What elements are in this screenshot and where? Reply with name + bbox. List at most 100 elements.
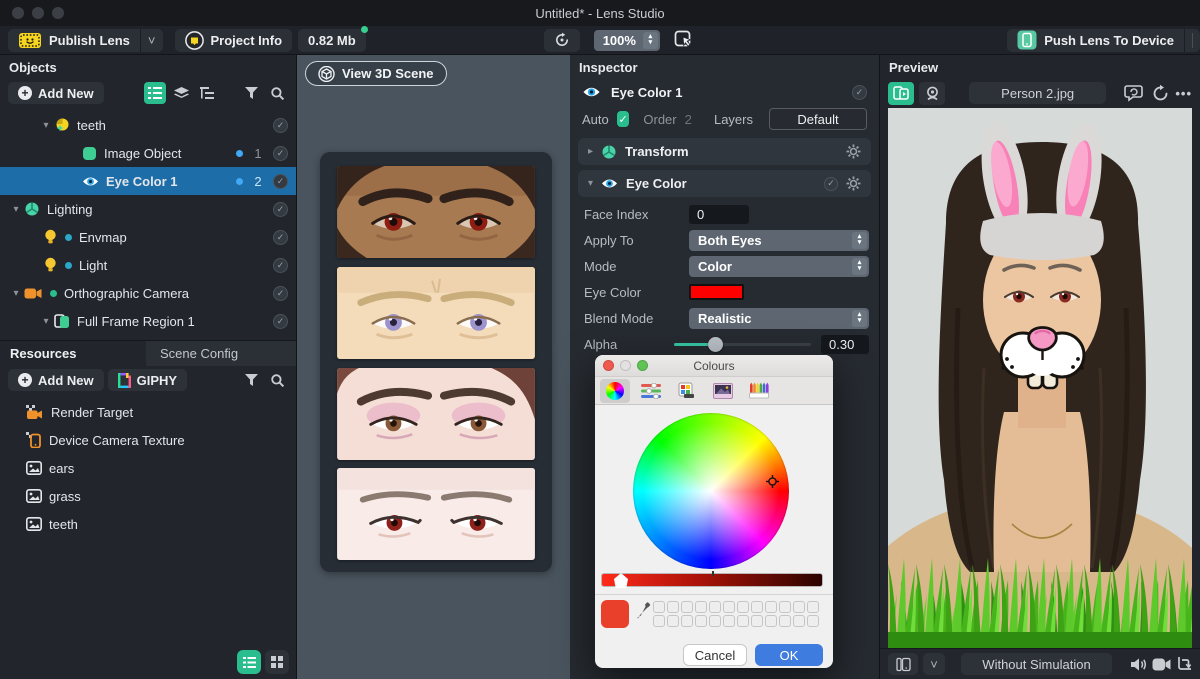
add-new-resource-button[interactable]: + Add New: [8, 369, 104, 391]
apply-to-select[interactable]: Both Eyes ▴▾: [689, 230, 869, 251]
audio-button[interactable]: [1130, 657, 1147, 672]
add-new-object-button[interactable]: + Add New: [8, 82, 104, 104]
expander-icon[interactable]: ▸: [588, 146, 593, 157]
visibility-checkbox[interactable]: ✓: [273, 146, 288, 161]
cancel-button[interactable]: Cancel: [683, 644, 747, 666]
resource-ears[interactable]: ears: [0, 454, 296, 482]
select-tool-button[interactable]: [674, 30, 694, 50]
tree-row-image-object[interactable]: Image Object 1 ✓: [0, 139, 296, 167]
list-view-button[interactable]: [144, 82, 166, 104]
device-frame-dropdown[interactable]: ˅: [923, 653, 945, 675]
zoom-select[interactable]: 100% ▴▾: [594, 30, 660, 51]
scene-viewport[interactable]: View 3D Scene: [297, 55, 570, 679]
hierarchy-view-button[interactable]: [196, 82, 218, 104]
alpha-slider[interactable]: [674, 337, 811, 351]
eye-color-swatch[interactable]: [689, 284, 744, 300]
slider-thumb[interactable]: [708, 337, 723, 352]
visibility-checkbox[interactable]: ✓: [273, 202, 288, 217]
minimize-dialog-icon[interactable]: [620, 360, 631, 371]
layers-select[interactable]: Default: [769, 108, 867, 130]
color-palettes-tab[interactable]: [672, 379, 702, 403]
color-wheel-tab[interactable]: [600, 379, 630, 403]
more-options-button[interactable]: •••: [1175, 86, 1192, 101]
giphy-button[interactable]: GIPHY: [108, 369, 187, 391]
zoom-dialog-icon[interactable]: [637, 360, 648, 371]
dialog-window-controls[interactable]: [603, 360, 648, 371]
resource-list-view-button[interactable]: [237, 650, 261, 674]
resource-teeth[interactable]: teeth: [0, 510, 296, 538]
project-size-badge[interactable]: 0.82 Mb: [298, 29, 366, 52]
expander-icon[interactable]: ▾: [8, 204, 24, 215]
zoom-window-icon[interactable]: [52, 7, 64, 19]
layers-view-button[interactable]: [170, 82, 192, 104]
search-objects-button[interactable]: [266, 82, 288, 104]
visibility-checkbox[interactable]: ✓: [273, 118, 288, 133]
tree-row-full-frame-region[interactable]: ▾ Full Frame Region 1 ✓: [0, 307, 296, 335]
reset-view-button[interactable]: [544, 29, 580, 52]
device-frame-button[interactable]: [888, 653, 918, 675]
view-3d-scene-button[interactable]: View 3D Scene: [305, 61, 447, 86]
resource-device-camera-texture[interactable]: Device Camera Texture: [0, 426, 296, 454]
color-wheel-cursor[interactable]: [766, 475, 779, 488]
push-lens-button[interactable]: Push Lens To Device: [1007, 29, 1184, 52]
simulation-select[interactable]: Without Simulation: [961, 653, 1112, 675]
visibility-checkbox[interactable]: ✓: [273, 230, 288, 245]
tab-resources[interactable]: Resources: [0, 341, 146, 366]
media-preview-button[interactable]: [888, 82, 914, 105]
minimize-window-icon[interactable]: [32, 7, 44, 19]
window-controls[interactable]: [12, 7, 64, 19]
tree-row-light[interactable]: Light ✓: [0, 251, 296, 279]
tree-row-envmap[interactable]: Envmap ✓: [0, 223, 296, 251]
resource-render-target[interactable]: Render Target: [0, 398, 296, 426]
visibility-checkbox[interactable]: ✓: [273, 286, 288, 301]
eye-color-section-bar[interactable]: ▾ Eye Color ✓: [578, 170, 871, 197]
push-lens-dropdown[interactable]: [1184, 29, 1200, 52]
record-button[interactable]: [1152, 658, 1171, 671]
zoom-stepper[interactable]: ▴▾: [643, 32, 658, 49]
filter-objects-button[interactable]: [240, 82, 262, 104]
current-color-swatch[interactable]: [601, 600, 629, 628]
face-index-input[interactable]: 0: [689, 205, 749, 224]
resource-grid-view-button[interactable]: [265, 650, 289, 674]
close-dialog-icon[interactable]: [603, 360, 614, 371]
brightness-thumb[interactable]: [614, 573, 628, 588]
visibility-checkbox[interactable]: ✓: [273, 314, 288, 329]
mode-select[interactable]: Color ▴▾: [689, 256, 869, 277]
tree-row-eye-color-1[interactable]: Eye Color 1 2 ✓: [0, 167, 296, 195]
eyedropper-icon[interactable]: [635, 602, 651, 626]
expander-icon[interactable]: ▾: [588, 178, 593, 189]
snap-comment-button[interactable]: [1124, 84, 1146, 102]
close-window-icon[interactable]: [12, 7, 24, 19]
expander-icon[interactable]: ▾: [38, 316, 54, 327]
pencils-tab[interactable]: [744, 379, 774, 403]
filter-resources-button[interactable]: [240, 369, 262, 391]
project-info-button[interactable]: Project Info: [175, 29, 293, 52]
gear-icon[interactable]: [846, 144, 861, 159]
brightness-slider[interactable]: [601, 573, 823, 587]
color-wheel[interactable]: [633, 413, 789, 569]
color-sliders-tab[interactable]: [636, 379, 666, 403]
expander-icon[interactable]: ▾: [8, 288, 24, 299]
screenshot-button[interactable]: [1176, 656, 1192, 672]
webcam-preview-button[interactable]: [919, 82, 945, 105]
alpha-input[interactable]: 0.30: [821, 335, 869, 354]
resource-grass[interactable]: grass: [0, 482, 296, 510]
tab-scene-config[interactable]: Scene Config: [146, 341, 296, 366]
component-enabled-checkbox[interactable]: ✓: [824, 177, 838, 191]
publish-lens-dropdown[interactable]: ˅: [140, 29, 163, 52]
tree-row-orthographic-camera[interactable]: ▾ Orthographic Camera ✓: [0, 279, 296, 307]
ok-button[interactable]: OK: [755, 644, 823, 666]
reset-preview-button[interactable]: [1151, 84, 1170, 103]
saved-swatches-grid[interactable]: [653, 601, 819, 627]
blend-mode-select[interactable]: Realistic ▴▾: [689, 308, 869, 329]
auto-checkbox[interactable]: ✓: [617, 111, 630, 127]
search-resources-button[interactable]: [266, 369, 288, 391]
tree-row-teeth[interactable]: ▾ teeth ✓: [0, 111, 296, 139]
gear-icon[interactable]: [846, 176, 861, 191]
visibility-checkbox[interactable]: ✓: [273, 258, 288, 273]
transform-section-bar[interactable]: ▸ Transform: [578, 138, 871, 165]
preview-source-select[interactable]: Person 2.jpg: [969, 82, 1106, 104]
tree-row-lighting[interactable]: ▾ Lighting ✓: [0, 195, 296, 223]
expander-icon[interactable]: ▾: [38, 120, 54, 131]
publish-lens-button[interactable]: Publish Lens: [8, 29, 140, 52]
